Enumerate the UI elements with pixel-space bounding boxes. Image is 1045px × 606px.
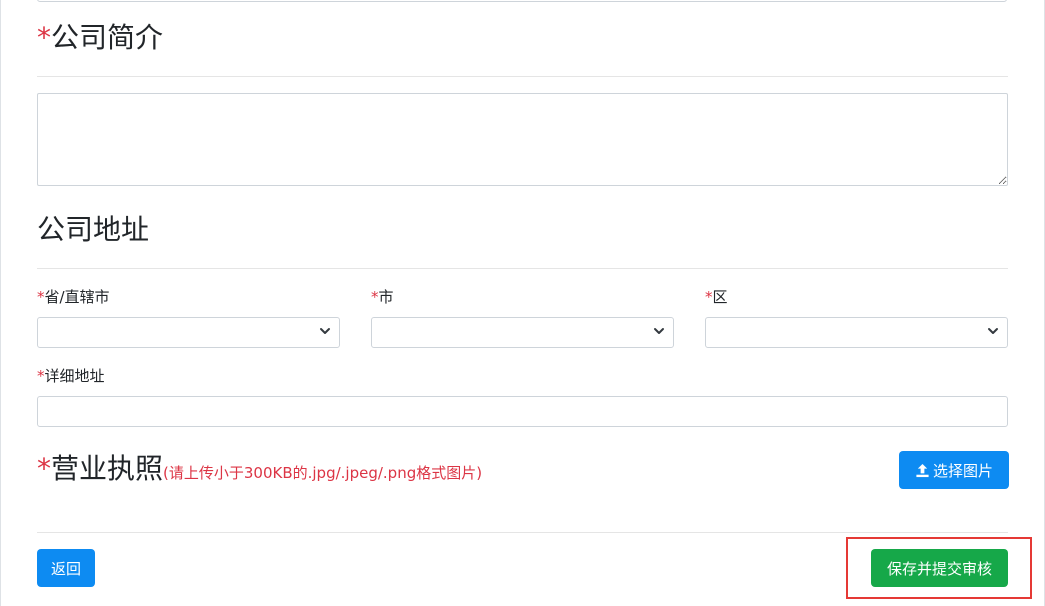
upload-icon [916,463,929,477]
business-license-heading: *营业执照(请上传小于300KB的.jpg/.jpeg/.png格式图片) [37,451,482,491]
province-label-text: 省/直辖市 [44,288,110,306]
required-mark: * [37,288,45,306]
save-and-submit-button[interactable]: 保存并提交审核 [871,549,1008,587]
company-address-heading: 公司地址 [37,213,150,246]
required-mark: * [37,452,51,485]
chevron-down-icon [320,328,330,334]
required-mark: * [371,288,379,306]
upload-hint: (请上传小于300KB的.jpg/.jpeg/.png格式图片) [163,464,483,482]
detail-address-label-text: 详细地址 [44,367,105,385]
company-intro-textarea[interactable] [37,93,1008,186]
choose-image-button[interactable]: 选择图片 [899,451,1009,489]
city-label-text: 市 [378,288,394,306]
city-label: *市 [371,288,394,306]
divider [37,532,1008,533]
company-intro-title: 公司简介 [51,21,164,54]
business-license-title: 营业执照 [51,452,164,485]
district-label-text: 区 [712,288,728,306]
province-label: *省/直辖市 [37,288,110,306]
back-button[interactable]: 返回 [37,549,95,587]
required-mark: * [37,367,45,385]
detail-address-input[interactable] [37,396,1008,427]
district-label: *区 [705,288,728,306]
chevron-down-icon [988,328,998,334]
district-select[interactable] [705,317,1008,348]
company-intro-heading: *公司简介 [37,20,163,56]
city-select[interactable] [371,317,674,348]
detail-address-label: *详细地址 [37,367,105,385]
province-select[interactable] [37,317,340,348]
required-mark: * [37,21,51,54]
required-mark: * [705,288,713,306]
chevron-down-icon [654,328,664,334]
previous-field-edge [37,0,1007,2]
divider [37,76,1008,77]
choose-image-label: 选择图片 [932,461,993,480]
page-border-left [0,0,1,606]
divider [37,268,1008,269]
